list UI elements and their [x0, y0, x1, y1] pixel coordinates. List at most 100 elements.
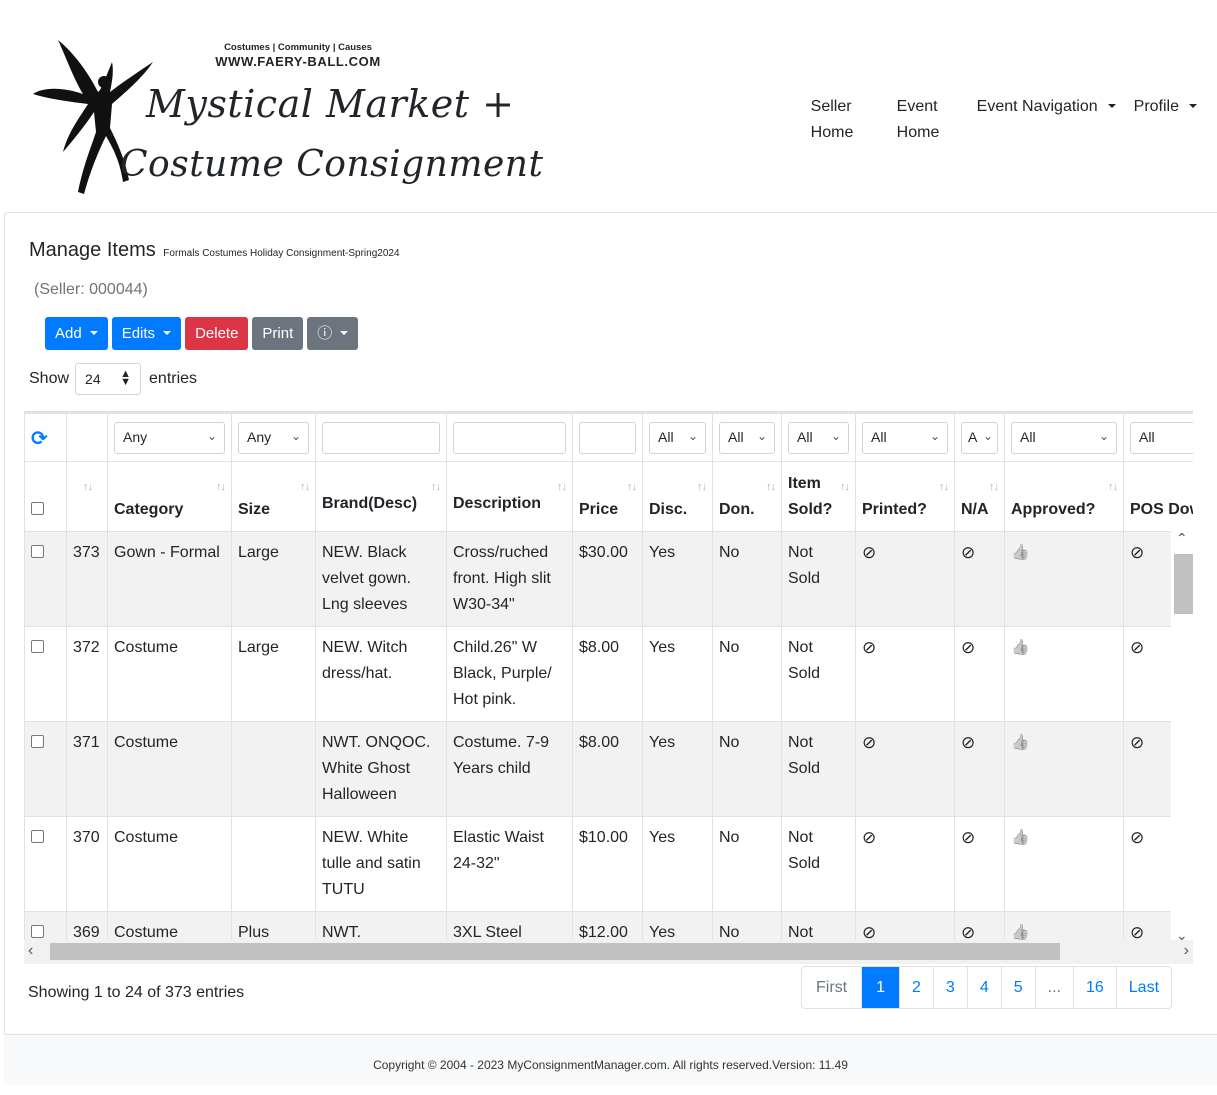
row-checkbox[interactable] [31, 925, 44, 939]
col-brand[interactable]: Brand(Desc) ↑↓ [315, 461, 447, 532]
cell-printed: ⊘ [855, 911, 955, 943]
scroll-left-icon[interactable]: ‹ [28, 942, 33, 960]
cell-category: Costume [107, 911, 232, 943]
filter-don[interactable]: All ⌄ [719, 422, 775, 454]
ban-icon[interactable]: ⊘ [961, 828, 975, 847]
filter-na[interactable]: A ⌄ [961, 422, 998, 454]
page-title-text: Manage Items [29, 239, 156, 261]
select-all-checkbox[interactable] [31, 502, 44, 516]
page-4[interactable]: 4 [966, 967, 1001, 1008]
filter-printed[interactable]: All ⌄ [862, 422, 948, 454]
col-approved[interactable]: Approved? ↑↓ [1004, 461, 1124, 532]
sort-icon: ↑↓ [1108, 481, 1118, 493]
scroll-right-icon[interactable]: › [1184, 942, 1189, 960]
sort-icon: ↑↓ [989, 481, 999, 493]
col-price[interactable]: Price ↑↓ [572, 461, 643, 532]
page-first[interactable]: First [802, 967, 861, 1008]
updown-icon: ▲ ▼ [120, 368, 132, 388]
page-5[interactable]: 5 [1000, 967, 1035, 1008]
cell-size [231, 721, 316, 817]
add-button[interactable]: Add [45, 317, 108, 350]
row-checkbox[interactable] [31, 545, 44, 559]
scroll-up-icon[interactable]: ⌃ [1176, 530, 1188, 547]
filter-size[interactable]: Any ⌄ [238, 422, 309, 454]
filter-category[interactable]: Any ⌄ [114, 422, 225, 454]
filter-disc[interactable]: All ⌄ [649, 422, 706, 454]
sort-icon: ↑↓ [216, 481, 226, 493]
page-16[interactable]: 16 [1072, 967, 1116, 1008]
chevron-down-icon: ⌄ [830, 429, 841, 443]
col-disc[interactable]: Disc. ↑↓ [642, 461, 713, 532]
table-row[interactable]: 369CostumePlusNWT. EVABABY. Black3XL Ste… [24, 911, 1193, 943]
page-2[interactable]: 2 [899, 967, 933, 1008]
scroll-thumb[interactable] [1174, 554, 1193, 614]
nav-seller-home[interactable]: Seller Home [811, 94, 859, 146]
cell-description: Costume. 7-9 Years child [446, 721, 573, 817]
row-checkbox[interactable] [31, 830, 44, 844]
cell-price: $8.00 [572, 626, 643, 722]
col-item-sold[interactable]: Item Sold? ↑↓ [781, 461, 856, 532]
page-length-select[interactable]: 24 ▲ ▼ [75, 363, 142, 395]
nav-profile-dropdown[interactable]: Profile [1134, 94, 1197, 120]
ban-icon[interactable]: ⊘ [1130, 638, 1144, 657]
col-na[interactable]: N/A ↑↓ [954, 461, 1005, 532]
table-row[interactable]: 373 Gown - Formal Large NEW. Black velvet g… [24, 531, 1193, 627]
sort-icon: ↑↓ [840, 481, 850, 493]
page-3[interactable]: 3 [932, 967, 967, 1008]
ban-icon[interactable]: ⊘ [862, 828, 876, 847]
chevron-down-icon: ⌄ [1098, 429, 1109, 443]
ban-icon[interactable]: ⊘ [961, 733, 975, 752]
col-description[interactable]: Description ↑↓ [446, 461, 573, 532]
ban-icon[interactable]: ⊘ [862, 638, 876, 657]
event-name: Formals Costumes Holiday Consignment-Spr… [163, 248, 400, 259]
ban-icon[interactable]: ⊘ [1130, 733, 1144, 752]
sort-icon: ↑↓ [697, 481, 707, 493]
edits-button[interactable]: Edits [111, 317, 182, 350]
nav-event-home[interactable]: Event Home [897, 94, 945, 146]
table-row[interactable]: 370 Costume NEW. White tulle and satin TUT… [24, 816, 1193, 912]
row-checkbox[interactable] [31, 640, 44, 654]
thumbs-up-icon[interactable]: 👍 [1011, 924, 1030, 941]
help-button[interactable]: ⓘ [307, 317, 359, 350]
refresh-icon[interactable]: ⟳ [31, 428, 48, 450]
ban-icon[interactable]: ⊘ [961, 638, 975, 657]
ban-icon[interactable]: ⊘ [862, 733, 876, 752]
cell-brand: NWT. EVABABY. Black [315, 911, 447, 943]
col-printed[interactable]: Printed? ↑↓ [855, 461, 955, 532]
ban-icon[interactable]: ⊘ [961, 543, 975, 562]
site-logo[interactable]: Costumes | Community | Causes WWW.FAERY-… [28, 32, 543, 200]
hscroll-thumb[interactable] [50, 943, 1060, 960]
print-button[interactable]: Print [252, 317, 304, 350]
thumbs-up-icon[interactable]: 👍 [1011, 829, 1030, 846]
filter-sold[interactable]: All ⌄ [788, 422, 849, 454]
thumbs-up-icon[interactable]: 👍 [1011, 544, 1030, 561]
ban-icon[interactable]: ⊘ [1130, 828, 1144, 847]
col-pos-download[interactable]: POS Downl [1123, 461, 1193, 532]
logo-subtitle: Costume Consignment [120, 144, 544, 185]
nav-event-navigation-dropdown[interactable]: Event Navigation [977, 94, 1116, 120]
col-don[interactable]: Don. ↑↓ [712, 461, 782, 532]
ban-icon[interactable]: ⊘ [862, 543, 876, 562]
cell-category: Costume [107, 721, 232, 817]
filter-price[interactable] [579, 422, 636, 454]
page-1[interactable]: 1 [861, 967, 900, 1008]
col-id[interactable]: ↑↓ [66, 461, 108, 532]
page-last[interactable]: Last [1115, 967, 1171, 1008]
filter-description[interactable] [453, 422, 566, 454]
table-row[interactable]: 372 Costume Large NEW. Witch dress/hat. Chil… [24, 626, 1193, 722]
filter-approved[interactable]: All ⌄ [1011, 422, 1117, 454]
ban-icon[interactable]: ⊘ [1130, 543, 1144, 562]
cell-id: 369 [66, 911, 108, 943]
filter-brand[interactable] [322, 422, 440, 454]
thumbs-up-icon[interactable]: 👍 [1011, 734, 1030, 751]
col-category[interactable]: Category ↑↓ [107, 461, 232, 532]
vertical-scrollbar[interactable]: ⌃ ⌄ [1171, 530, 1193, 943]
filter-pos[interactable]: All [1130, 422, 1193, 454]
col-size[interactable]: Size ↑↓ [231, 461, 316, 532]
thumbs-up-icon[interactable]: 👍 [1011, 639, 1030, 656]
cell-cb [24, 626, 67, 722]
table-row[interactable]: 371 Costume NWT. ONQOC. White Ghost Hallow… [24, 721, 1193, 817]
delete-button[interactable]: Delete [185, 317, 249, 350]
horizontal-scrollbar[interactable]: ‹ › [24, 940, 1193, 964]
row-checkbox[interactable] [31, 735, 44, 749]
